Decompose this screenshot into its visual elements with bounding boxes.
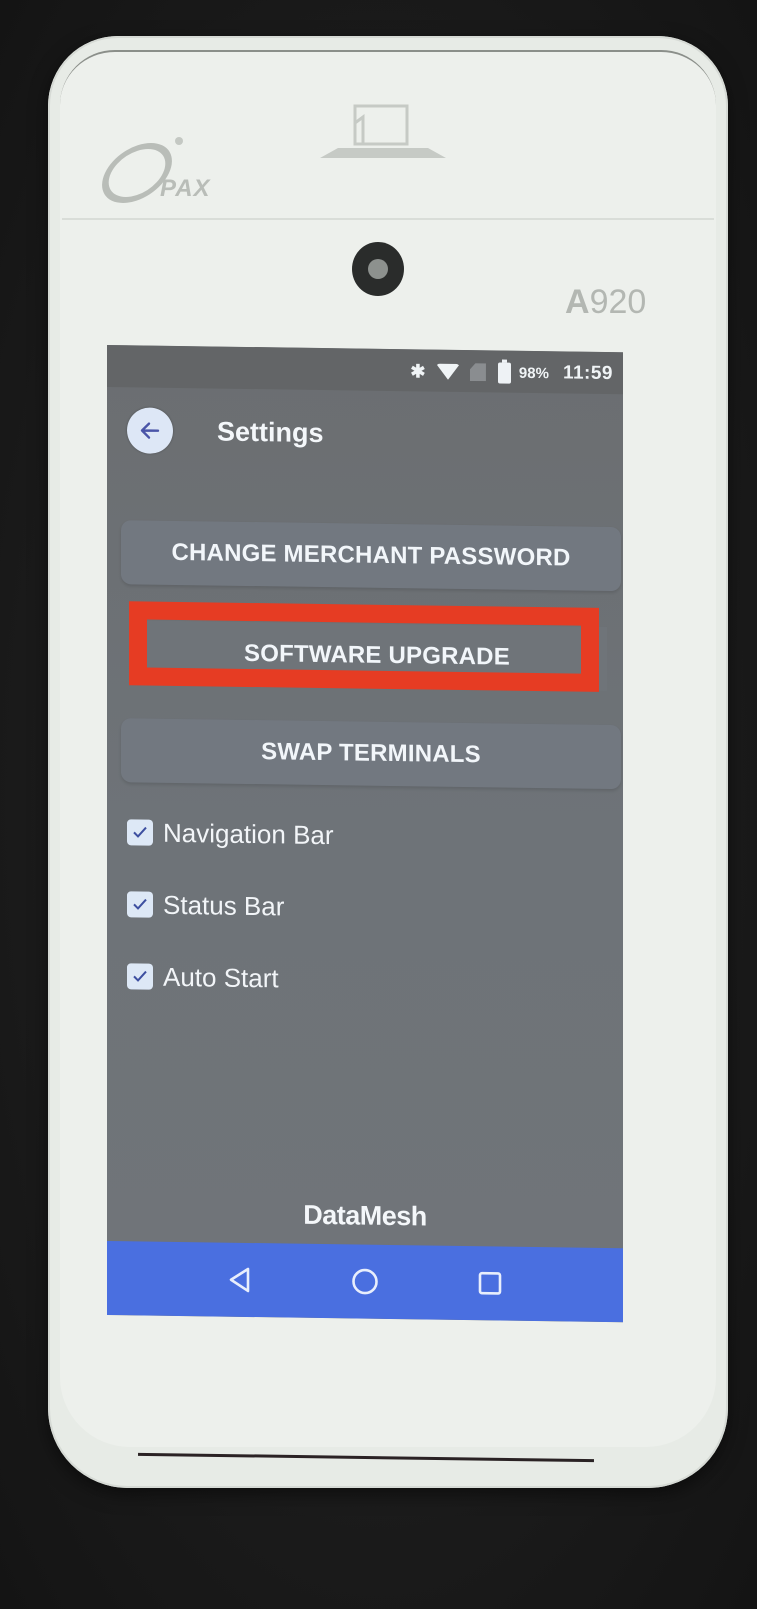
- clock: 11:59: [562, 362, 613, 385]
- nav-back-button[interactable]: [220, 1260, 260, 1301]
- nav-home-button[interactable]: [345, 1261, 385, 1302]
- device-seam: [62, 218, 714, 220]
- status-bar: ✱ 98% 11:59: [107, 345, 623, 395]
- auto-start-checkbox[interactable]: [127, 963, 153, 990]
- status-bar-option[interactable]: Status Bar: [127, 887, 284, 923]
- printer-slot-icon: [320, 104, 446, 158]
- nav-recents-button[interactable]: [470, 1263, 510, 1304]
- checkmark-icon: [133, 970, 147, 982]
- wifi-icon: [435, 363, 460, 380]
- page-title: Settings: [217, 416, 324, 449]
- recents-square-icon: [479, 1271, 502, 1295]
- model-label: A920: [565, 283, 647, 321]
- navigation-bar-label: Navigation Bar: [163, 817, 334, 850]
- datamesh-logo: DataMesh: [303, 1199, 427, 1232]
- navigation-bar-option[interactable]: Navigation Bar: [127, 815, 334, 852]
- pax-logo-text: PAX: [160, 175, 211, 202]
- home-circle-icon: [352, 1268, 378, 1295]
- back-triangle-icon: [229, 1267, 249, 1293]
- camera-lens: [352, 242, 404, 296]
- battery-percent: 98%: [518, 364, 549, 382]
- navigation-bar-checkbox[interactable]: [127, 819, 153, 846]
- auto-start-label: Auto Start: [163, 961, 279, 993]
- status-bar-label: Status Bar: [163, 889, 285, 921]
- pax-logo: PAX: [91, 135, 240, 205]
- change-merchant-password-button[interactable]: CHANGE MERCHANT PASSWORD: [121, 520, 621, 592]
- auto-start-option[interactable]: Auto Start: [127, 959, 279, 995]
- arrow-left-icon: [140, 422, 160, 439]
- checkmark-icon: [133, 898, 147, 910]
- no-sim-icon: [470, 363, 486, 381]
- screen: ✱ 98% 11:59 Settings CHANGE MERCHANT PAS…: [107, 345, 623, 1323]
- battery-icon: [497, 361, 511, 384]
- android-nav-bar: [107, 1241, 623, 1323]
- software-upgrade-button[interactable]: SOFTWARE UPGRADE: [147, 620, 607, 691]
- swap-terminals-button[interactable]: SWAP TERMINALS: [121, 718, 621, 790]
- status-bar-checkbox[interactable]: [127, 891, 153, 918]
- back-button[interactable]: [127, 407, 173, 454]
- checkmark-icon: [133, 826, 147, 838]
- bluetooth-icon: ✱: [410, 360, 426, 381]
